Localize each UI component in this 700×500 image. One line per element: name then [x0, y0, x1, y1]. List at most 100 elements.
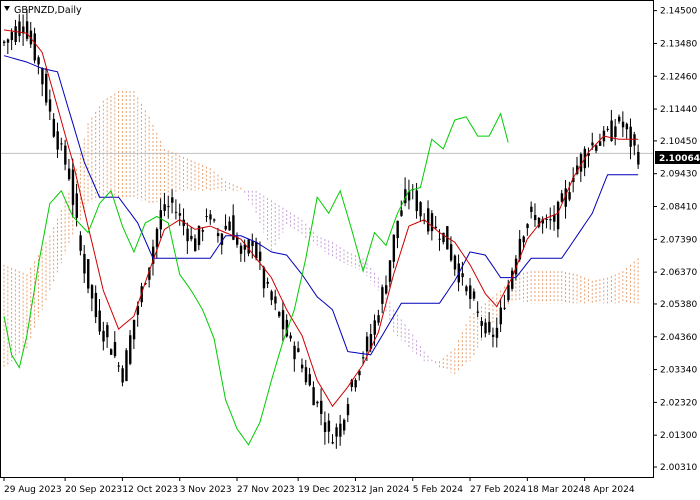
candle-body [266, 281, 269, 284]
candle-body [625, 123, 629, 130]
candle-body [465, 286, 468, 292]
price-tick-label: 2.13480 [660, 39, 697, 49]
candle-body [262, 267, 266, 289]
candle-body [335, 427, 338, 437]
candle-body [618, 116, 621, 122]
candle-body [633, 134, 636, 146]
candle-body [270, 291, 273, 301]
candle-body [480, 321, 483, 326]
candle-body [476, 311, 480, 313]
price-tick-label: 2.12460 [660, 72, 697, 82]
candle-body [438, 238, 441, 240]
candle-body [591, 142, 594, 146]
candle-body [430, 213, 434, 232]
time-tick-label: 3 Nov 2023 [180, 485, 232, 495]
candle-body [18, 21, 21, 36]
time-tick-label: 29 Aug 2023 [4, 485, 62, 495]
candle-body [102, 330, 105, 342]
candle-body [621, 121, 625, 128]
candle-body [320, 400, 323, 414]
candle-body [392, 234, 396, 262]
candle-body [495, 327, 499, 338]
candle-body [83, 253, 86, 274]
time-tick-label: 12 Jan 2024 [355, 485, 409, 495]
price-tick-label: 2.06370 [660, 268, 697, 278]
candle-body [174, 211, 178, 213]
price-tick-label: 2.01300 [660, 431, 697, 441]
candle-body [308, 374, 311, 386]
candle-body [396, 220, 399, 239]
candle-body [316, 401, 319, 404]
candle-body [637, 151, 640, 165]
chart-window: 2.14500 2.13480 2.12460 2.11440 2.10450 2.094… [0, 0, 700, 500]
candle-body [14, 26, 17, 42]
candle-body [178, 213, 182, 216]
candle-body [186, 228, 189, 242]
candle-body [255, 241, 258, 259]
candle-body [247, 239, 250, 254]
candle-body [503, 307, 506, 309]
candle-body [614, 126, 617, 138]
price-tick-label: 2.07390 [660, 235, 697, 245]
candle-body [48, 99, 52, 112]
candle-body [377, 315, 380, 323]
candle-body [522, 236, 525, 243]
candle-body [167, 206, 170, 208]
candle-body [71, 169, 75, 205]
chart-svg: 2.14500 2.13480 2.12460 2.11440 2.10450 2.094… [0, 0, 700, 500]
candle-body [598, 141, 602, 146]
candle-body [373, 320, 376, 335]
candle-body [323, 422, 327, 432]
candle-body [400, 210, 403, 216]
price-tick-label: 2.09430 [660, 170, 697, 180]
candle-body [117, 365, 120, 367]
price-tick-label: 2.08410 [660, 203, 697, 213]
price-tick-label: 2.04360 [660, 333, 697, 343]
candle-body [201, 230, 205, 232]
candle-body [79, 235, 82, 251]
candle-body [549, 219, 552, 221]
candle-body [556, 201, 560, 230]
candle-body [251, 241, 254, 247]
candle-body [67, 168, 71, 180]
candle-body [560, 193, 564, 202]
candle-body [488, 321, 491, 333]
candle-body [129, 335, 132, 364]
candle-body [60, 143, 63, 145]
candle-body [52, 118, 56, 137]
candle-body [530, 206, 533, 213]
candle-body [98, 310, 101, 332]
price-tick-label: 2.11440 [660, 105, 697, 115]
candle-body [419, 202, 422, 217]
candle-body [239, 245, 243, 254]
current-price-label: 2.10064 [659, 154, 700, 164]
candle-body [434, 226, 438, 229]
candle-body [113, 341, 117, 357]
candle-body [526, 224, 529, 229]
candle-body [381, 287, 384, 304]
candle-body [472, 291, 476, 299]
candle-body [33, 33, 36, 61]
candle-body [64, 145, 67, 165]
candle-body [289, 335, 292, 339]
time-tick-label: 5 Feb 2024 [413, 485, 464, 495]
candle-body [163, 204, 166, 211]
candle-body [190, 235, 193, 240]
candle-body [106, 325, 109, 338]
time-tick-label: 12 Oct 2023 [122, 485, 178, 495]
candle-body [449, 244, 453, 261]
candle-body [304, 367, 308, 383]
candle-body [484, 322, 487, 334]
candle-body [297, 348, 300, 352]
candle-body [209, 214, 212, 220]
candle-body [533, 214, 537, 221]
candle-body [25, 21, 29, 39]
candle-body [258, 251, 262, 261]
candle-body [121, 368, 124, 383]
candle-body [3, 41, 6, 43]
candle-body [41, 68, 44, 85]
candle-body [427, 208, 430, 232]
candle-body [213, 219, 216, 221]
candle-body [125, 350, 128, 382]
candle-body [499, 307, 502, 325]
